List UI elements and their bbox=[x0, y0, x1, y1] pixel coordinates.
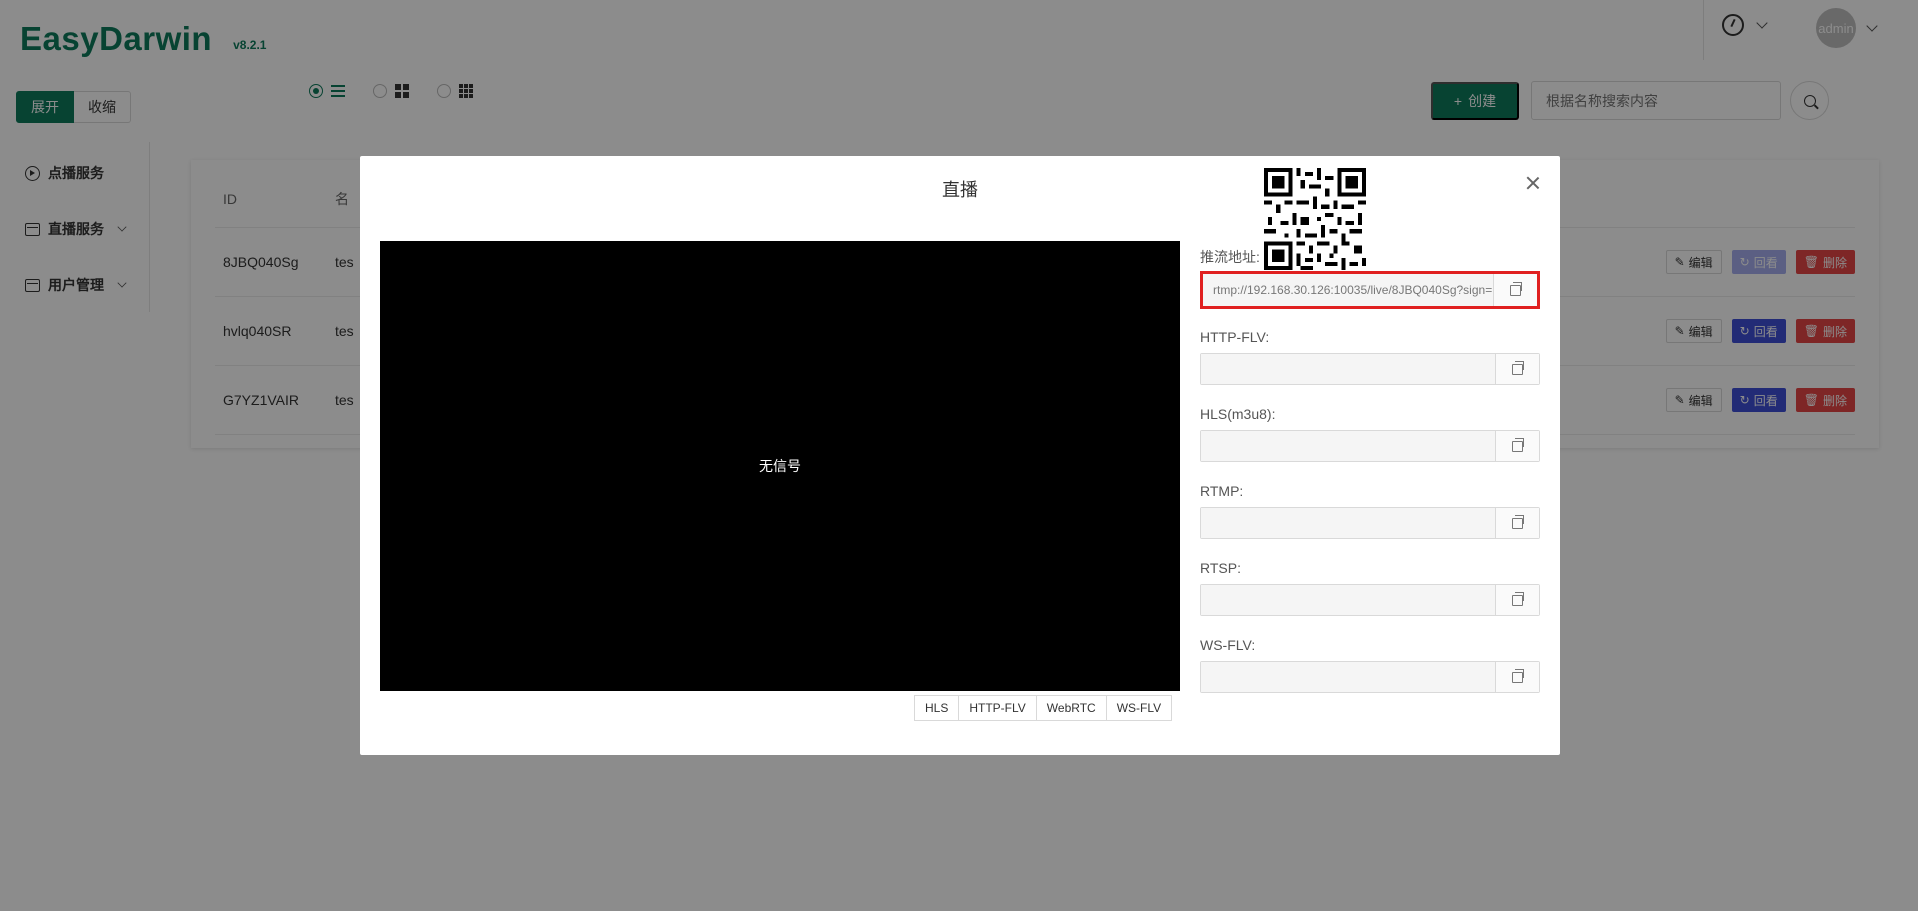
copy-icon bbox=[1512, 668, 1524, 683]
copy-button[interactable] bbox=[1493, 274, 1537, 306]
rtsp-url-input[interactable] bbox=[1201, 585, 1495, 615]
video-player[interactable]: 无信号 bbox=[380, 241, 1180, 691]
copy-button[interactable] bbox=[1495, 431, 1539, 461]
url-row bbox=[1200, 507, 1540, 539]
copy-button[interactable] bbox=[1495, 662, 1539, 692]
protocol-tabs: HLS HTTP-FLV WebRTC WS-FLV bbox=[914, 695, 1173, 721]
stream-url-list: 推流地址: rtmp://192.168.30.126:10035/live/8… bbox=[1200, 248, 1540, 713]
close-icon[interactable] bbox=[1526, 176, 1540, 190]
tab-ws-flv[interactable]: WS-FLV bbox=[1106, 696, 1172, 720]
live-modal: 直播 无信号 HLS HTTP-FLV WebRTC WS-FLV 推流地址: … bbox=[360, 156, 1560, 755]
rtmp-url-input[interactable] bbox=[1201, 508, 1495, 538]
copy-icon bbox=[1512, 514, 1524, 529]
push-url-input[interactable]: rtmp://192.168.30.126:10035/live/8JBQ040… bbox=[1203, 274, 1493, 306]
tab-http-flv[interactable]: HTTP-FLV bbox=[959, 696, 1037, 720]
copy-icon bbox=[1512, 591, 1524, 606]
copy-icon bbox=[1512, 437, 1524, 452]
ws-flv-url-input[interactable] bbox=[1201, 662, 1495, 692]
rtmp-url-field: RTMP: bbox=[1200, 482, 1540, 539]
push-url-field: 推流地址: rtmp://192.168.30.126:10035/live/8… bbox=[1200, 248, 1540, 309]
tab-webrtc[interactable]: WebRTC bbox=[1036, 696, 1107, 720]
copy-icon bbox=[1512, 360, 1524, 375]
tab-hls[interactable]: HLS bbox=[915, 696, 960, 720]
field-label: HLS(m3u8): bbox=[1200, 406, 1276, 422]
modal-title: 直播 bbox=[942, 180, 978, 200]
field-label: 推流地址: bbox=[1200, 249, 1260, 265]
copy-button[interactable] bbox=[1495, 508, 1539, 538]
ws-flv-url-field: WS-FLV: bbox=[1200, 636, 1540, 693]
copy-icon bbox=[1510, 281, 1522, 296]
field-label: RTMP: bbox=[1200, 483, 1244, 499]
copy-button[interactable] bbox=[1495, 585, 1539, 615]
field-label: RTSP: bbox=[1200, 560, 1241, 576]
rtsp-url-field: RTSP: bbox=[1200, 559, 1540, 616]
url-row bbox=[1200, 661, 1540, 693]
url-row: rtmp://192.168.30.126:10035/live/8JBQ040… bbox=[1200, 271, 1540, 309]
hls-url-field: HLS(m3u8): bbox=[1200, 405, 1540, 462]
http-flv-url-input[interactable] bbox=[1201, 354, 1495, 384]
field-label: HTTP-FLV: bbox=[1200, 329, 1270, 345]
http-flv-url-field: HTTP-FLV: bbox=[1200, 328, 1540, 385]
url-row bbox=[1200, 430, 1540, 462]
url-row bbox=[1200, 584, 1540, 616]
hls-url-input[interactable] bbox=[1201, 431, 1495, 461]
field-label: WS-FLV: bbox=[1200, 637, 1256, 653]
url-row bbox=[1200, 353, 1540, 385]
no-signal-text: 无信号 bbox=[759, 458, 801, 474]
copy-button[interactable] bbox=[1495, 354, 1539, 384]
